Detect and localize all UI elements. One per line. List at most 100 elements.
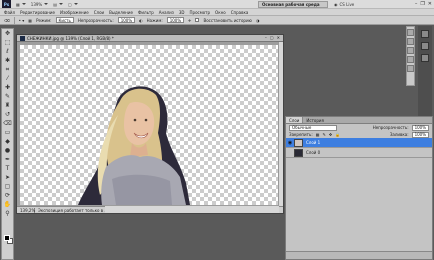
eye-icon[interactable]: ◉ [286,140,294,146]
zoom-level-dropdown[interactable]: 139% [31,2,49,7]
minimize-icon[interactable]: – [415,1,418,7]
gradient-tool-icon[interactable]: ▭ [2,128,13,137]
divider [13,16,15,24]
brush-panel-icon[interactable] [421,30,429,38]
photoshop-window: Ps ▦ 139% ▤ ▢ Основная рабочая среда ◉ CS… [0,0,434,260]
layer-thumbnail [294,148,303,157]
cs-live-button[interactable]: ◉ CS Live [334,1,354,8]
menu-item-edit[interactable]: Редактирование [20,10,55,15]
restore-history-checkbox[interactable] [195,18,200,22]
adjustments-panel-icon[interactable] [407,47,414,54]
healing-brush-tool-icon[interactable]: ✚ [2,83,13,92]
menu-item-image[interactable]: Изображение [60,10,89,15]
crop-tool-icon[interactable]: ⌗ [2,65,13,74]
styles-panel-icon[interactable] [407,65,414,72]
brush-tool-icon[interactable]: ✎ [2,92,13,101]
layer-name: Слой 1 [306,140,321,145]
dodge-tool-icon[interactable]: ● [2,146,13,155]
pen-tool-icon[interactable]: ✒ [2,155,13,164]
tab-history[interactable]: История [303,117,327,123]
path-selection-tool-icon[interactable]: ➤ [2,173,13,182]
workspace-switcher[interactable]: Основная рабочая среда [258,1,328,8]
swatches-panel-icon[interactable] [407,38,414,45]
brush-panel-icon[interactable]: ▦ [28,18,32,23]
menu-item-layers[interactable]: Слои [94,10,104,15]
vertical-scrollbar[interactable] [278,42,283,208]
marquee-tool-icon[interactable]: ⬚ [2,38,13,47]
magic-wand-tool-icon[interactable]: ✱ [2,56,13,65]
eraser-tool-icon[interactable]: ⌫ [2,119,13,128]
menu-item-help[interactable]: Справка [231,10,249,15]
lock-all-icon[interactable]: 🔒 [335,132,340,137]
menu-item-window[interactable]: Окно [215,10,226,15]
shape-tool-icon[interactable]: ▢ [2,182,13,191]
layers-panel-footer [286,251,432,259]
maximize-icon[interactable]: ▢ [270,35,274,40]
lock-image-icon[interactable]: ✎ [322,132,325,137]
clone-source-panel-icon[interactable] [421,42,429,50]
layer-opacity-input[interactable]: 100% [411,124,429,131]
eraser-tool-icon[interactable]: ⌫ [4,18,10,23]
clone-stamp-tool-icon[interactable]: ♜ [2,101,13,110]
image-canvas[interactable] [20,45,278,205]
color-panel-icon[interactable] [407,29,414,36]
fill-label: Заливка: [389,132,409,137]
lock-transparent-icon[interactable]: ▦ [316,132,320,137]
layer-name: Слой 0 [306,150,321,155]
menu-item-file[interactable]: Файл [4,10,15,15]
close-icon[interactable]: ✕ [277,35,280,40]
fill-input[interactable]: 100% [411,131,429,138]
brush-preset-picker[interactable]: • ▾ [19,18,25,23]
mode-label: Режим: [36,17,52,23]
blend-row: Обычные Непрозрачность: 100% [286,124,432,131]
zoom-tool-icon[interactable]: ⚲ [2,209,13,218]
masks-panel-icon[interactable] [407,56,414,63]
layer-row[interactable]: Слой 0 [286,148,432,158]
foreground-color-swatch[interactable] [4,235,10,241]
character-panel-icon[interactable] [421,54,429,62]
close-icon[interactable]: ✕ [428,1,432,7]
arrange-icon: ▤ [53,1,57,7]
chevron-down-icon [44,3,49,5]
type-tool-icon[interactable]: T [2,164,13,173]
lasso-tool-icon[interactable]: ℓ [2,47,13,56]
arrange-documents-button[interactable]: ▤ [53,2,63,7]
menu-item-filter[interactable]: Фильтр [138,10,154,15]
history-brush-tool-icon[interactable]: ↺ [2,110,13,119]
menu-item-analysis[interactable]: Анализ [159,10,174,15]
hand-tool-icon[interactable]: ✋ [2,200,13,209]
document-title: СНЕЖИНКИ.jpg @ 139% (Слой 1, RGB/8) * [27,35,114,41]
tab-layers[interactable]: Слои [286,117,304,123]
screen-mode-button[interactable]: ▢ [68,2,78,7]
layer-thumbnail [294,138,303,147]
blend-mode-select[interactable]: Обычные [289,124,337,131]
opacity-label: Непрозрачность: [372,125,409,130]
3d-rotate-tool-icon[interactable]: ⟳ [2,191,13,200]
horizontal-scrollbar[interactable] [105,206,279,213]
opacity-input[interactable]: 100% [117,17,136,23]
document-tab[interactable]: СНЕЖИНКИ.jpg @ 139% (Слой 1, RGB/8) * [17,35,283,42]
restore-icon[interactable]: ❐ [420,1,424,7]
screen-mode-icon: ▢ [68,1,72,7]
eyedropper-tool-icon[interactable]: ⁄ [2,74,13,83]
menu-item-view[interactable]: Просмотр [190,10,211,15]
move-tool-icon[interactable]: ✥ [2,29,13,38]
layer-row[interactable]: ◉ Слой 1 [286,138,432,148]
minimize-icon[interactable]: – [265,35,267,40]
bridge-button[interactable]: ▦ [16,2,26,7]
tablet-size-icon[interactable]: ◑ [256,18,260,23]
panel-tabs: Слои История [286,117,432,124]
lock-position-icon[interactable]: ✥ [329,132,332,137]
pressure-input[interactable]: 100% [166,17,185,23]
tablet-opacity-icon[interactable]: ◐ [139,18,143,23]
cs-live-label: CS Live [339,2,355,7]
opacity-label: Непрозрачность: [77,17,114,23]
blur-tool-icon[interactable]: ◆ [2,137,13,146]
menu-item-3d[interactable]: 3D [179,10,185,15]
menu-item-select[interactable]: Выделение [109,10,133,15]
photo-woman-cutout [78,86,190,205]
zoom-percentage[interactable]: 139,2% [17,207,35,213]
airbrush-icon[interactable]: ✈ [188,18,191,23]
lock-row: Закрепить: ▦ ✎ ✥ 🔒 Заливка: 100% [286,131,432,138]
mode-select[interactable]: Кисть [55,17,74,23]
